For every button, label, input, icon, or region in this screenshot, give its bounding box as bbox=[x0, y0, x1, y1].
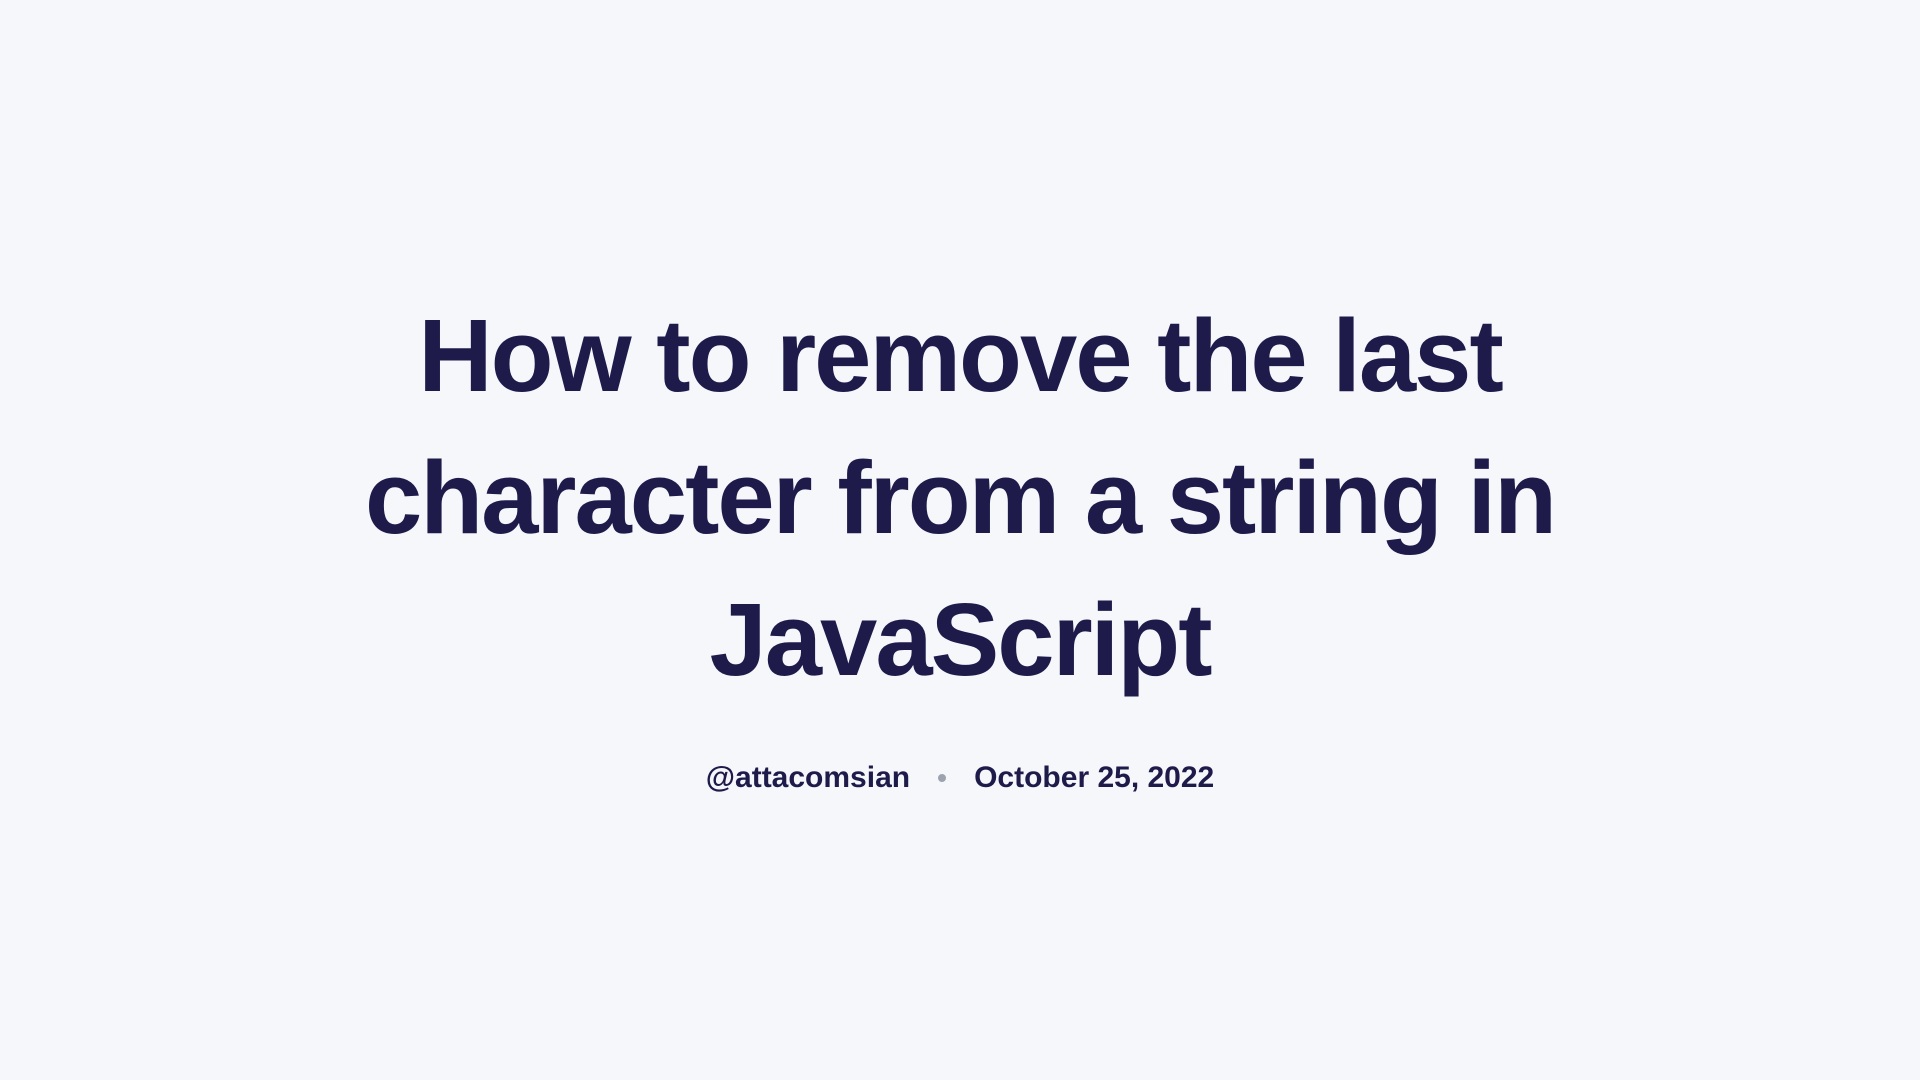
article-header: How to remove the last character from a … bbox=[260, 285, 1660, 795]
article-title: How to remove the last character from a … bbox=[300, 285, 1620, 711]
author-handle[interactable]: @attacomsian bbox=[706, 761, 910, 795]
publish-date: October 25, 2022 bbox=[974, 761, 1214, 795]
article-meta: @attacomsian October 25, 2022 bbox=[300, 761, 1620, 795]
separator-dot bbox=[938, 774, 946, 782]
